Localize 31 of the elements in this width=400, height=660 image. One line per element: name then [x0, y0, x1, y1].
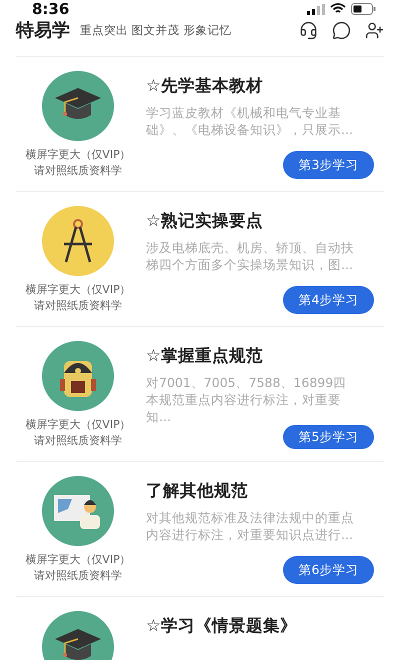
lesson-description: 对其他规范标准及法律法规中的重点内容进行标注，对重要知识点进行... [146, 509, 355, 543]
wifi-icon [330, 3, 346, 15]
lesson-caption: 请对照纸质资料学 [34, 298, 122, 314]
app-slogan: 重点突出 图文并茂 形象记忆 [80, 22, 232, 38]
status-time: 8:36 [32, 0, 70, 18]
lesson-title: ☆先学基本教材 [146, 75, 264, 97]
lesson-caption: 请对照纸质资料学 [34, 433, 122, 449]
lesson-description: 涉及电梯底壳、机房、轿顶、自动扶梯四个方面多个实操场景知识，图... [146, 239, 355, 273]
chat-icon[interactable] [332, 20, 351, 40]
user-plus-icon[interactable] [365, 20, 384, 40]
study-step-button[interactable]: 第4步学习 [283, 286, 374, 314]
battery-icon [351, 3, 376, 15]
lesson-caption: 横屏字更大（仅VIP） [25, 282, 131, 298]
lesson-caption: 请对照纸质资料学 [34, 163, 122, 179]
study-step-button[interactable]: 第6步学习 [283, 556, 374, 584]
study-step-button[interactable]: 第5步学习 [283, 425, 374, 449]
lesson-caption: 横屏字更大（仅VIP） [25, 147, 131, 163]
app-title: 特易学 [16, 19, 70, 42]
lesson-caption: 请对照纸质资料学 [34, 568, 122, 584]
headset-icon[interactable] [299, 20, 318, 40]
signal-icon [307, 4, 325, 14]
lesson-title: ☆学习《情景题集》 [146, 615, 298, 637]
lesson-caption: 横屏字更大（仅VIP） [25, 417, 131, 433]
graduation-cap-icon [53, 627, 103, 660]
lesson-title: ☆熟记实操要点 [146, 210, 264, 232]
study-step-button[interactable]: 第3步学习 [283, 151, 374, 179]
lesson-description: 学习蓝皮教材《机械和电气专业基础》、《电梯设备知识》，只展示... [146, 104, 354, 138]
lesson-description: 对7001、7005、7588、16899四本规范重点内容进行标注，对重要知... [146, 374, 348, 425]
lesson-title: ☆掌握重点规范 [146, 345, 264, 367]
lesson-caption: 横屏字更大（仅VIP） [25, 552, 131, 568]
lesson-title: 了解其他规范 [146, 480, 249, 502]
